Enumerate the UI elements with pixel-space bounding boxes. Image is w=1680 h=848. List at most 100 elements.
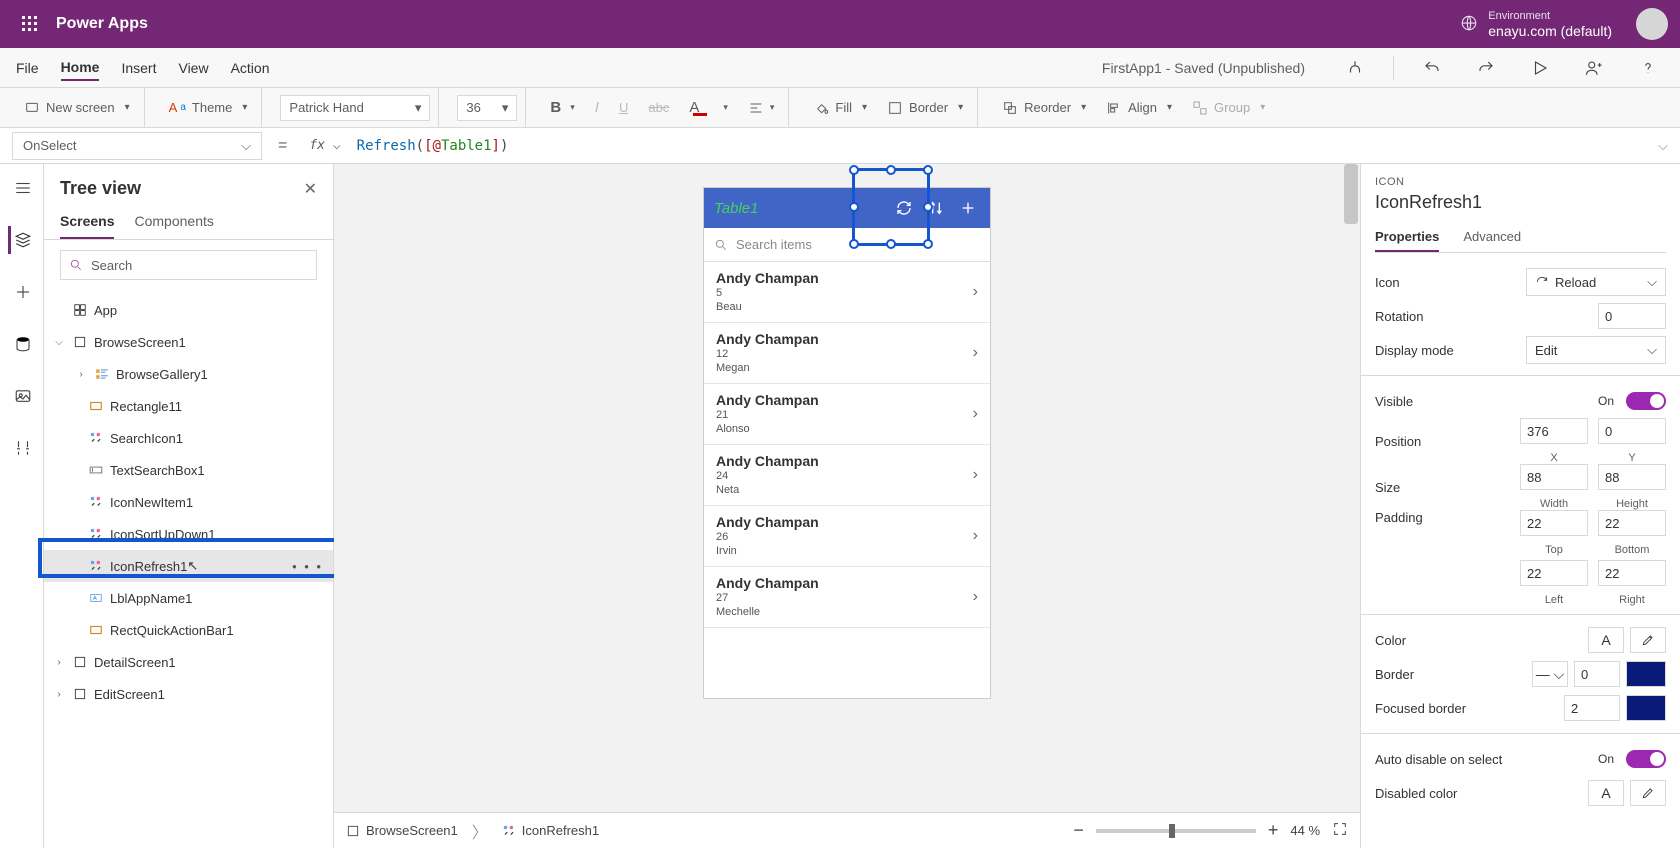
phone-preview[interactable]: Table1 Search items Andy Champan5Beau›An… [704, 188, 990, 698]
italic-button[interactable]: I [589, 94, 605, 122]
node-icon-sort[interactable]: IconSortUpDown1 [44, 518, 333, 550]
node-icon-refresh[interactable]: IconRefresh1 ↖ • • • [44, 550, 333, 582]
hamburger-icon[interactable] [8, 174, 36, 202]
pad-right-input[interactable]: 22 [1598, 560, 1666, 586]
environment-picker[interactable]: Environment enayu.com (default) [1460, 9, 1612, 39]
node-browse-gallery[interactable]: › BrowseGallery1 [44, 358, 333, 390]
group-button[interactable]: Group [1186, 94, 1271, 122]
pos-y-input[interactable]: 0 [1598, 418, 1666, 444]
menu-insert[interactable]: Insert [121, 56, 156, 80]
node-search-icon[interactable]: SearchIcon1 [44, 422, 333, 454]
color-edit-button[interactable] [1630, 627, 1666, 653]
control-name[interactable]: IconRefresh1 [1375, 192, 1666, 213]
insert-icon[interactable] [8, 278, 36, 306]
height-input[interactable]: 88 [1598, 464, 1666, 490]
row-title: Andy Champan [716, 392, 819, 408]
formula-expand-icon[interactable]: ⌵ [1658, 138, 1668, 154]
width-input[interactable]: 88 [1520, 464, 1588, 490]
focused-border-input[interactable]: 2 [1564, 695, 1620, 721]
pad-left-input[interactable]: 22 [1520, 560, 1588, 586]
align-button[interactable]: Align [1100, 94, 1178, 122]
list-item[interactable]: Andy Champan27Mechelle› [704, 567, 990, 628]
node-lbl-app[interactable]: LblAppName1 [44, 582, 333, 614]
app-checker-icon[interactable] [1339, 52, 1371, 84]
pad-bottom-input[interactable]: 22 [1598, 510, 1666, 536]
canvas-scrollbar[interactable] [1344, 164, 1358, 812]
list-item[interactable]: Andy Champan26Irvin› [704, 506, 990, 567]
color-text-button[interactable]: A [1588, 627, 1624, 653]
strike-button[interactable]: abc [642, 94, 675, 122]
fill-button[interactable]: Fill [807, 94, 873, 122]
list-item[interactable]: Andy Champan24Neta› [704, 445, 990, 506]
theme-button[interactable]: Aa Theme [163, 94, 254, 122]
list-item[interactable]: Andy Champan21Alonso› [704, 384, 990, 445]
fit-icon[interactable] [1332, 821, 1348, 840]
redo-icon[interactable] [1470, 52, 1502, 84]
focused-border-color-swatch[interactable] [1626, 695, 1666, 721]
menu-file[interactable]: File [16, 56, 39, 80]
node-rectangle[interactable]: Rectangle11 [44, 390, 333, 422]
border-width-input[interactable]: 0 [1574, 661, 1620, 687]
node-text-search[interactable]: TextSearchBox1 [44, 454, 333, 486]
autodisable-toggle[interactable] [1626, 750, 1666, 768]
zoom-in-icon[interactable]: + [1268, 820, 1279, 841]
preview-search[interactable]: Search items [704, 228, 990, 262]
font-selector[interactable]: Patrick Hand▾ [280, 95, 430, 121]
play-icon[interactable] [1524, 52, 1556, 84]
undo-icon[interactable] [1416, 52, 1448, 84]
font-color-button[interactable]: A▾ [683, 94, 734, 122]
help-icon[interactable] [1632, 52, 1664, 84]
border-style-button[interactable]: — ⌵ [1532, 661, 1568, 687]
tab-screens[interactable]: Screens [60, 205, 114, 239]
menu-home[interactable]: Home [61, 55, 100, 81]
list-item[interactable]: Andy Champan12Megan› [704, 323, 990, 384]
breadcrumb-control[interactable]: IconRefresh1 [502, 823, 599, 838]
more-icon[interactable]: • • • [292, 559, 323, 574]
border-button[interactable]: Border [881, 94, 969, 122]
display-mode-selector[interactable]: Edit⌵ [1526, 336, 1666, 364]
visible-toggle[interactable] [1626, 392, 1666, 410]
node-icon-new[interactable]: IconNewItem1 [44, 486, 333, 518]
canvas[interactable]: Table1 Search items Andy Champan5Beau›An… [334, 164, 1360, 848]
menu-action[interactable]: Action [231, 56, 270, 80]
node-browse-screen[interactable]: ⌵ BrowseScreen1 [44, 326, 333, 358]
formula-input[interactable]: Refresh([@Table1]) [357, 138, 1648, 154]
preview-add-icon[interactable] [956, 196, 980, 220]
zoom-slider[interactable] [1096, 829, 1256, 833]
menu-view[interactable]: View [178, 56, 208, 80]
rotation-input[interactable]: 0 [1598, 303, 1666, 329]
close-icon[interactable]: ✕ [304, 179, 317, 199]
icon-selector[interactable]: Reload⌵ [1526, 268, 1666, 296]
share-icon[interactable] [1578, 52, 1610, 84]
text-align-button[interactable]: ▾ [742, 94, 781, 122]
tree-view-icon[interactable] [8, 226, 36, 254]
pad-top-input[interactable]: 22 [1520, 510, 1588, 536]
node-app[interactable]: App [44, 294, 333, 326]
breadcrumb-screen[interactable]: BrowseScreen1 [346, 823, 458, 838]
property-selector[interactable]: OnSelect⌵ [12, 132, 262, 160]
media-icon[interactable] [8, 382, 36, 410]
node-edit-screen[interactable]: › EditScreen1 [44, 678, 333, 710]
user-avatar[interactable] [1636, 8, 1668, 40]
tab-advanced[interactable]: Advanced [1463, 223, 1521, 252]
data-icon[interactable] [8, 330, 36, 358]
node-detail-screen[interactable]: › DetailScreen1 [44, 646, 333, 678]
list-item[interactable]: Andy Champan5Beau› [704, 262, 990, 323]
font-size-selector[interactable]: 36▾ [457, 95, 517, 121]
tree-search-input[interactable]: Search [60, 250, 317, 280]
tab-components[interactable]: Components [134, 205, 213, 239]
pos-x-input[interactable]: 376 [1520, 418, 1588, 444]
border-color-swatch[interactable] [1626, 661, 1666, 687]
reorder-button[interactable]: Reorder [996, 94, 1092, 122]
new-screen-button[interactable]: New screen [18, 94, 136, 122]
app-launcher-icon[interactable] [12, 6, 48, 42]
underline-button[interactable]: U [613, 94, 634, 122]
disabled-color-edit-button[interactable] [1630, 780, 1666, 806]
bold-button[interactable]: B▾ [544, 94, 580, 122]
tab-properties[interactable]: Properties [1375, 223, 1439, 252]
fx-icon[interactable]: fx ⌵ [303, 138, 346, 153]
disabled-color-text-button[interactable]: A [1588, 780, 1624, 806]
zoom-out-icon[interactable]: − [1073, 820, 1084, 841]
tools-icon[interactable] [8, 434, 36, 462]
node-rect-quick[interactable]: RectQuickActionBar1 [44, 614, 333, 646]
